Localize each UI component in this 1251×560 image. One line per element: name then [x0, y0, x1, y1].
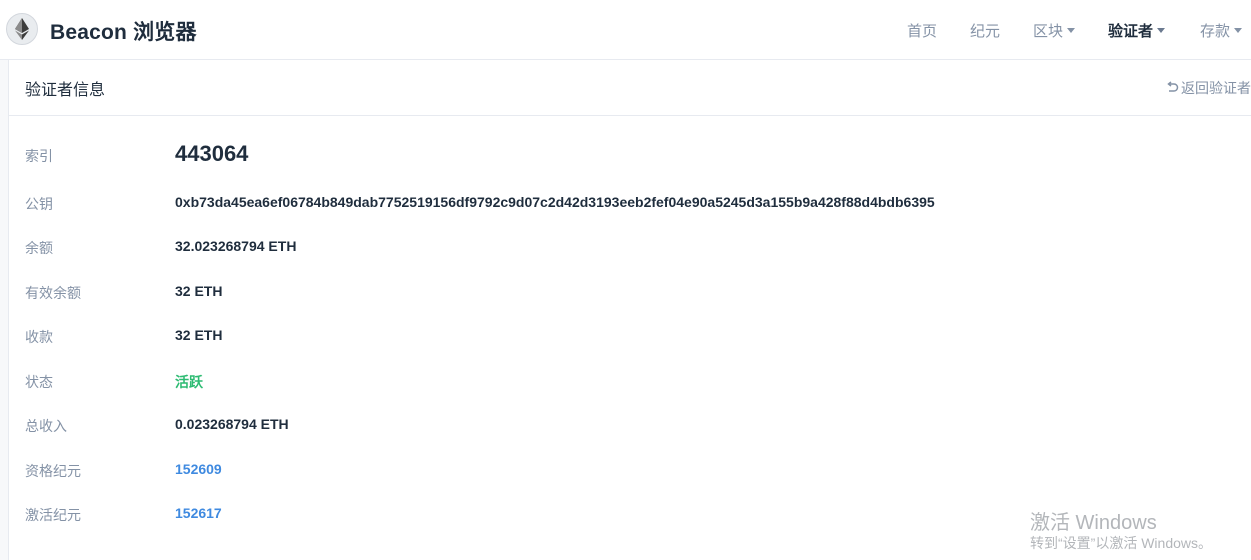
eligibility-epoch-label: 资格纪元 — [25, 463, 81, 479]
income-value: 0.023268794 ETH — [175, 416, 289, 432]
validator-info-card: 验证者信息 返回验证者 索引 443064 公钥 0xb73da45ea6ef0… — [8, 60, 1251, 560]
caret-down-icon — [1234, 28, 1243, 33]
pubkey-label: 公钥 — [25, 196, 53, 212]
status-badge: 活跃 — [175, 374, 203, 390]
nav-blocks-dropdown[interactable]: 区块 — [1033, 20, 1076, 41]
nav-validators-label: 验证者 — [1108, 23, 1154, 40]
caret-down-icon — [1157, 28, 1166, 33]
nav-epochs-label: 纪元 — [970, 23, 1001, 40]
windows-activation-hint: 转到“设置”以激活 Windows。 — [1030, 535, 1213, 551]
nav-deposits-label: 存款 — [1200, 23, 1231, 40]
nav-validators-dropdown[interactable]: 验证者 — [1108, 20, 1166, 41]
nav-deposits-dropdown[interactable]: 存款 — [1200, 20, 1243, 41]
back-link-label: 返回验证者 — [1181, 80, 1251, 96]
back-to-validators-link[interactable]: 返回验证者 — [1165, 78, 1251, 98]
effective-balance-value: 32 ETH — [175, 283, 223, 299]
deposit-label: 收款 — [25, 329, 53, 345]
index-label: 索引 — [25, 148, 53, 164]
card-header: 验证者信息 返回验证者 — [9, 60, 1251, 116]
balance-label: 余额 — [25, 240, 53, 256]
income-label: 总收入 — [25, 418, 67, 434]
nav-epochs[interactable]: 纪元 — [970, 20, 1000, 41]
top-navbar: Beacon 浏览器 首页 纪元 区块 验证者 存款 — [0, 0, 1251, 60]
nav-home[interactable]: 首页 — [907, 20, 937, 41]
caret-down-icon — [1067, 28, 1076, 33]
return-arrow-icon — [1167, 81, 1179, 92]
nav-home-label: 首页 — [907, 23, 938, 40]
brand-title[interactable]: Beacon 浏览器 — [50, 16, 197, 46]
eligibility-epoch-link[interactable]: 152609 — [175, 461, 222, 477]
index-value: 443064 — [175, 141, 249, 166]
pubkey-value[interactable]: 0xb73da45ea6ef06784b849dab7752519156df97… — [175, 194, 935, 210]
deposit-value: 32 ETH — [175, 327, 223, 343]
balance-value: 32.023268794 ETH — [175, 238, 297, 254]
ethereum-logo-icon[interactable] — [6, 13, 38, 45]
card-title: 验证者信息 — [25, 82, 106, 99]
activation-epoch-link[interactable]: 152617 — [175, 505, 222, 521]
effective-balance-label: 有效余额 — [25, 285, 81, 301]
nav-blocks-label: 区块 — [1033, 23, 1064, 40]
activation-epoch-label: 激活纪元 — [25, 507, 81, 523]
windows-activation-watermark: 激活 Windows — [1030, 512, 1157, 534]
status-label: 状态 — [25, 374, 53, 390]
